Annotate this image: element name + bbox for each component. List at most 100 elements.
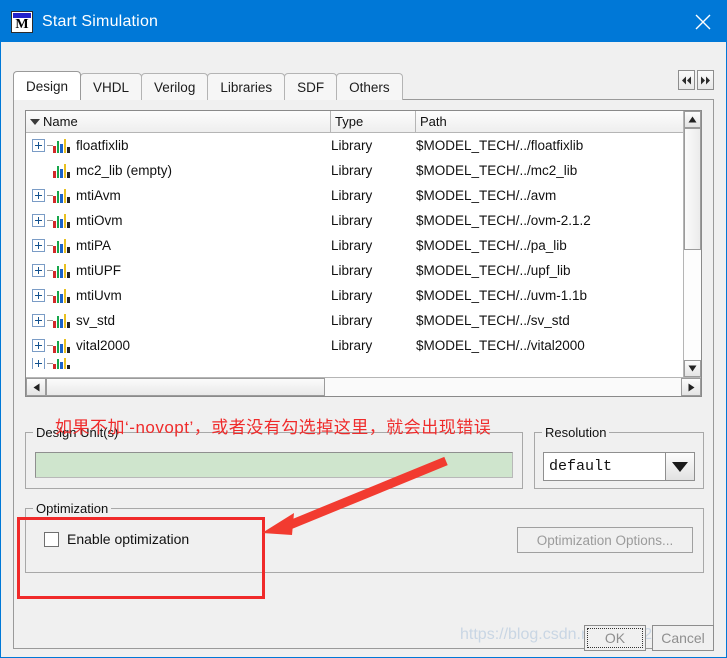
table-row-partial[interactable] bbox=[26, 358, 683, 369]
tab-libraries[interactable]: Libraries bbox=[207, 73, 286, 100]
column-header-path[interactable]: Path bbox=[416, 111, 683, 132]
title-bar: M Start Simulation bbox=[1, 1, 726, 42]
library-icon bbox=[53, 263, 70, 278]
library-icon bbox=[53, 288, 70, 303]
table-row[interactable]: vital2000 Library $MODEL_TECH/../vital20… bbox=[26, 333, 683, 358]
design-units-legend: Design Unit(s) bbox=[33, 425, 122, 440]
table-row[interactable]: mtiPA Library $MODEL_TECH/../pa_lib bbox=[26, 233, 683, 258]
library-icon bbox=[53, 358, 70, 369]
optimization-group: Optimization Enable optimization Optimiz… bbox=[25, 501, 704, 573]
vertical-scroll-thumb[interactable] bbox=[684, 128, 701, 250]
horizontal-scroll-thumb[interactable] bbox=[46, 378, 326, 396]
tab-scroll-right-button[interactable] bbox=[697, 70, 714, 90]
row-name-cell: mtiUvm bbox=[26, 288, 331, 303]
close-button[interactable] bbox=[680, 1, 726, 42]
expand-toggle-icon[interactable] bbox=[32, 239, 45, 252]
row-path-label: $MODEL_TECH/../vital2000 bbox=[416, 338, 585, 353]
row-name-label: mc2_lib (empty) bbox=[76, 163, 173, 178]
expand-toggle-icon[interactable] bbox=[32, 339, 45, 352]
expand-toggle-icon[interactable] bbox=[32, 264, 45, 277]
expand-toggle-icon[interactable] bbox=[32, 314, 45, 327]
tab-design[interactable]: Design bbox=[13, 71, 82, 100]
row-name-cell: vital2000 bbox=[26, 338, 331, 353]
table-row[interactable]: floatfixlib Library $MODEL_TECH/../float… bbox=[26, 133, 683, 158]
row-name-label: mtiPA bbox=[76, 238, 112, 253]
row-name-label: mtiAvm bbox=[76, 188, 121, 203]
optimization-legend: Optimization bbox=[33, 501, 112, 516]
row-name-label: mtiUvm bbox=[76, 288, 122, 303]
row-name-cell bbox=[26, 358, 331, 369]
row-type-label: Library bbox=[331, 213, 373, 228]
enable-optimization-checkbox-row[interactable]: Enable optimization bbox=[44, 531, 189, 547]
expand-toggle-icon[interactable] bbox=[32, 189, 45, 202]
vertical-scroll-track[interactable] bbox=[684, 128, 701, 360]
close-icon bbox=[695, 14, 711, 29]
row-name-cell: sv_std bbox=[26, 313, 331, 328]
table-row[interactable]: mtiAvm Library $MODEL_TECH/../avm bbox=[26, 183, 683, 208]
scroll-right-arrow-icon bbox=[688, 383, 694, 391]
table-row[interactable]: mtiUvm Library $MODEL_TECH/../uvm-1.1b bbox=[26, 283, 683, 308]
library-list: Name Type Path floatfixlib Library $MODE… bbox=[25, 110, 702, 397]
ok-button[interactable]: OK bbox=[584, 625, 646, 651]
scroll-up-arrow-icon bbox=[688, 116, 697, 123]
scroll-down-arrow-icon bbox=[688, 365, 697, 372]
row-name-cell: floatfixlib bbox=[26, 138, 331, 153]
resolution-legend: Resolution bbox=[542, 425, 610, 440]
design-tab-page: Name Type Path floatfixlib Library $MODE… bbox=[13, 99, 714, 649]
chevron-double-right-icon bbox=[701, 76, 710, 84]
row-type-label: Library bbox=[331, 338, 373, 353]
scroll-left-arrow-icon bbox=[33, 383, 39, 391]
modelsim-m-icon: M bbox=[11, 10, 33, 33]
row-type-label: Library bbox=[331, 263, 373, 278]
row-type-label: Library bbox=[331, 163, 373, 178]
expand-toggle-icon[interactable] bbox=[32, 358, 45, 369]
tab-scroll-buttons bbox=[678, 70, 714, 90]
enable-optimization-checkbox[interactable] bbox=[44, 531, 59, 547]
expand-toggle-icon[interactable] bbox=[32, 214, 45, 227]
scroll-down-button[interactable] bbox=[684, 360, 701, 377]
library-list-vertical-scrollbar[interactable] bbox=[683, 111, 701, 377]
tab-sdf[interactable]: SDF bbox=[284, 73, 338, 100]
row-name-label: floatfixlib bbox=[76, 138, 129, 153]
library-icon bbox=[53, 313, 70, 328]
library-list-horizontal-scrollbar[interactable] bbox=[26, 377, 701, 396]
design-units-group: Design Unit(s) bbox=[25, 425, 523, 489]
scroll-right-button[interactable] bbox=[681, 378, 701, 396]
tab-others[interactable]: Others bbox=[336, 73, 403, 100]
scroll-left-button[interactable] bbox=[26, 378, 46, 396]
tab-verilog[interactable]: Verilog bbox=[141, 73, 209, 100]
row-type-label: Library bbox=[331, 238, 373, 253]
library-icon bbox=[53, 338, 70, 353]
row-name-label: sv_std bbox=[76, 313, 116, 328]
expand-toggle-icon[interactable] bbox=[32, 289, 45, 302]
cancel-button[interactable]: Cancel bbox=[652, 625, 714, 651]
resolution-select[interactable]: default bbox=[543, 452, 695, 481]
row-type-label: Library bbox=[331, 188, 373, 203]
library-list-body: Name Type Path floatfixlib Library $MODE… bbox=[26, 111, 701, 377]
resolution-dropdown-button[interactable] bbox=[665, 453, 694, 480]
dialog-body: Design VHDL Verilog Libraries SDF Others bbox=[1, 42, 726, 657]
row-name-label: vital2000 bbox=[76, 338, 131, 353]
table-row[interactable]: sv_std Library $MODEL_TECH/../sv_std bbox=[26, 308, 683, 333]
column-header-type[interactable]: Type bbox=[331, 111, 416, 132]
column-header-name[interactable]: Name bbox=[26, 111, 331, 132]
library-list-header: Name Type Path bbox=[26, 111, 683, 133]
row-name-label: mtiOvm bbox=[76, 213, 123, 228]
library-icon bbox=[53, 138, 70, 153]
row-name-cell: mtiAvm bbox=[26, 188, 331, 203]
table-row[interactable]: mc2_lib (empty) Library $MODEL_TECH/../m… bbox=[26, 158, 683, 183]
row-type-label: Library bbox=[331, 313, 373, 328]
scroll-up-button[interactable] bbox=[684, 111, 701, 128]
expand-toggle-icon[interactable] bbox=[32, 139, 45, 152]
library-list-columns: Name Type Path floatfixlib Library $MODE… bbox=[26, 111, 683, 377]
tab-vhdl[interactable]: VHDL bbox=[80, 73, 143, 100]
optimization-options-button[interactable]: Optimization Options... bbox=[517, 527, 693, 553]
tab-scroll-left-button[interactable] bbox=[678, 70, 695, 90]
table-row[interactable]: mtiOvm Library $MODEL_TECH/../ovm-2.1.2 bbox=[26, 208, 683, 233]
table-row[interactable]: mtiUPF Library $MODEL_TECH/../upf_lib bbox=[26, 258, 683, 283]
design-units-input[interactable] bbox=[35, 452, 513, 478]
row-path-label: $MODEL_TECH/../sv_std bbox=[416, 313, 570, 328]
library-icon bbox=[53, 238, 70, 253]
resolution-selected-value: default bbox=[549, 458, 613, 475]
horizontal-scroll-track[interactable] bbox=[46, 378, 681, 396]
